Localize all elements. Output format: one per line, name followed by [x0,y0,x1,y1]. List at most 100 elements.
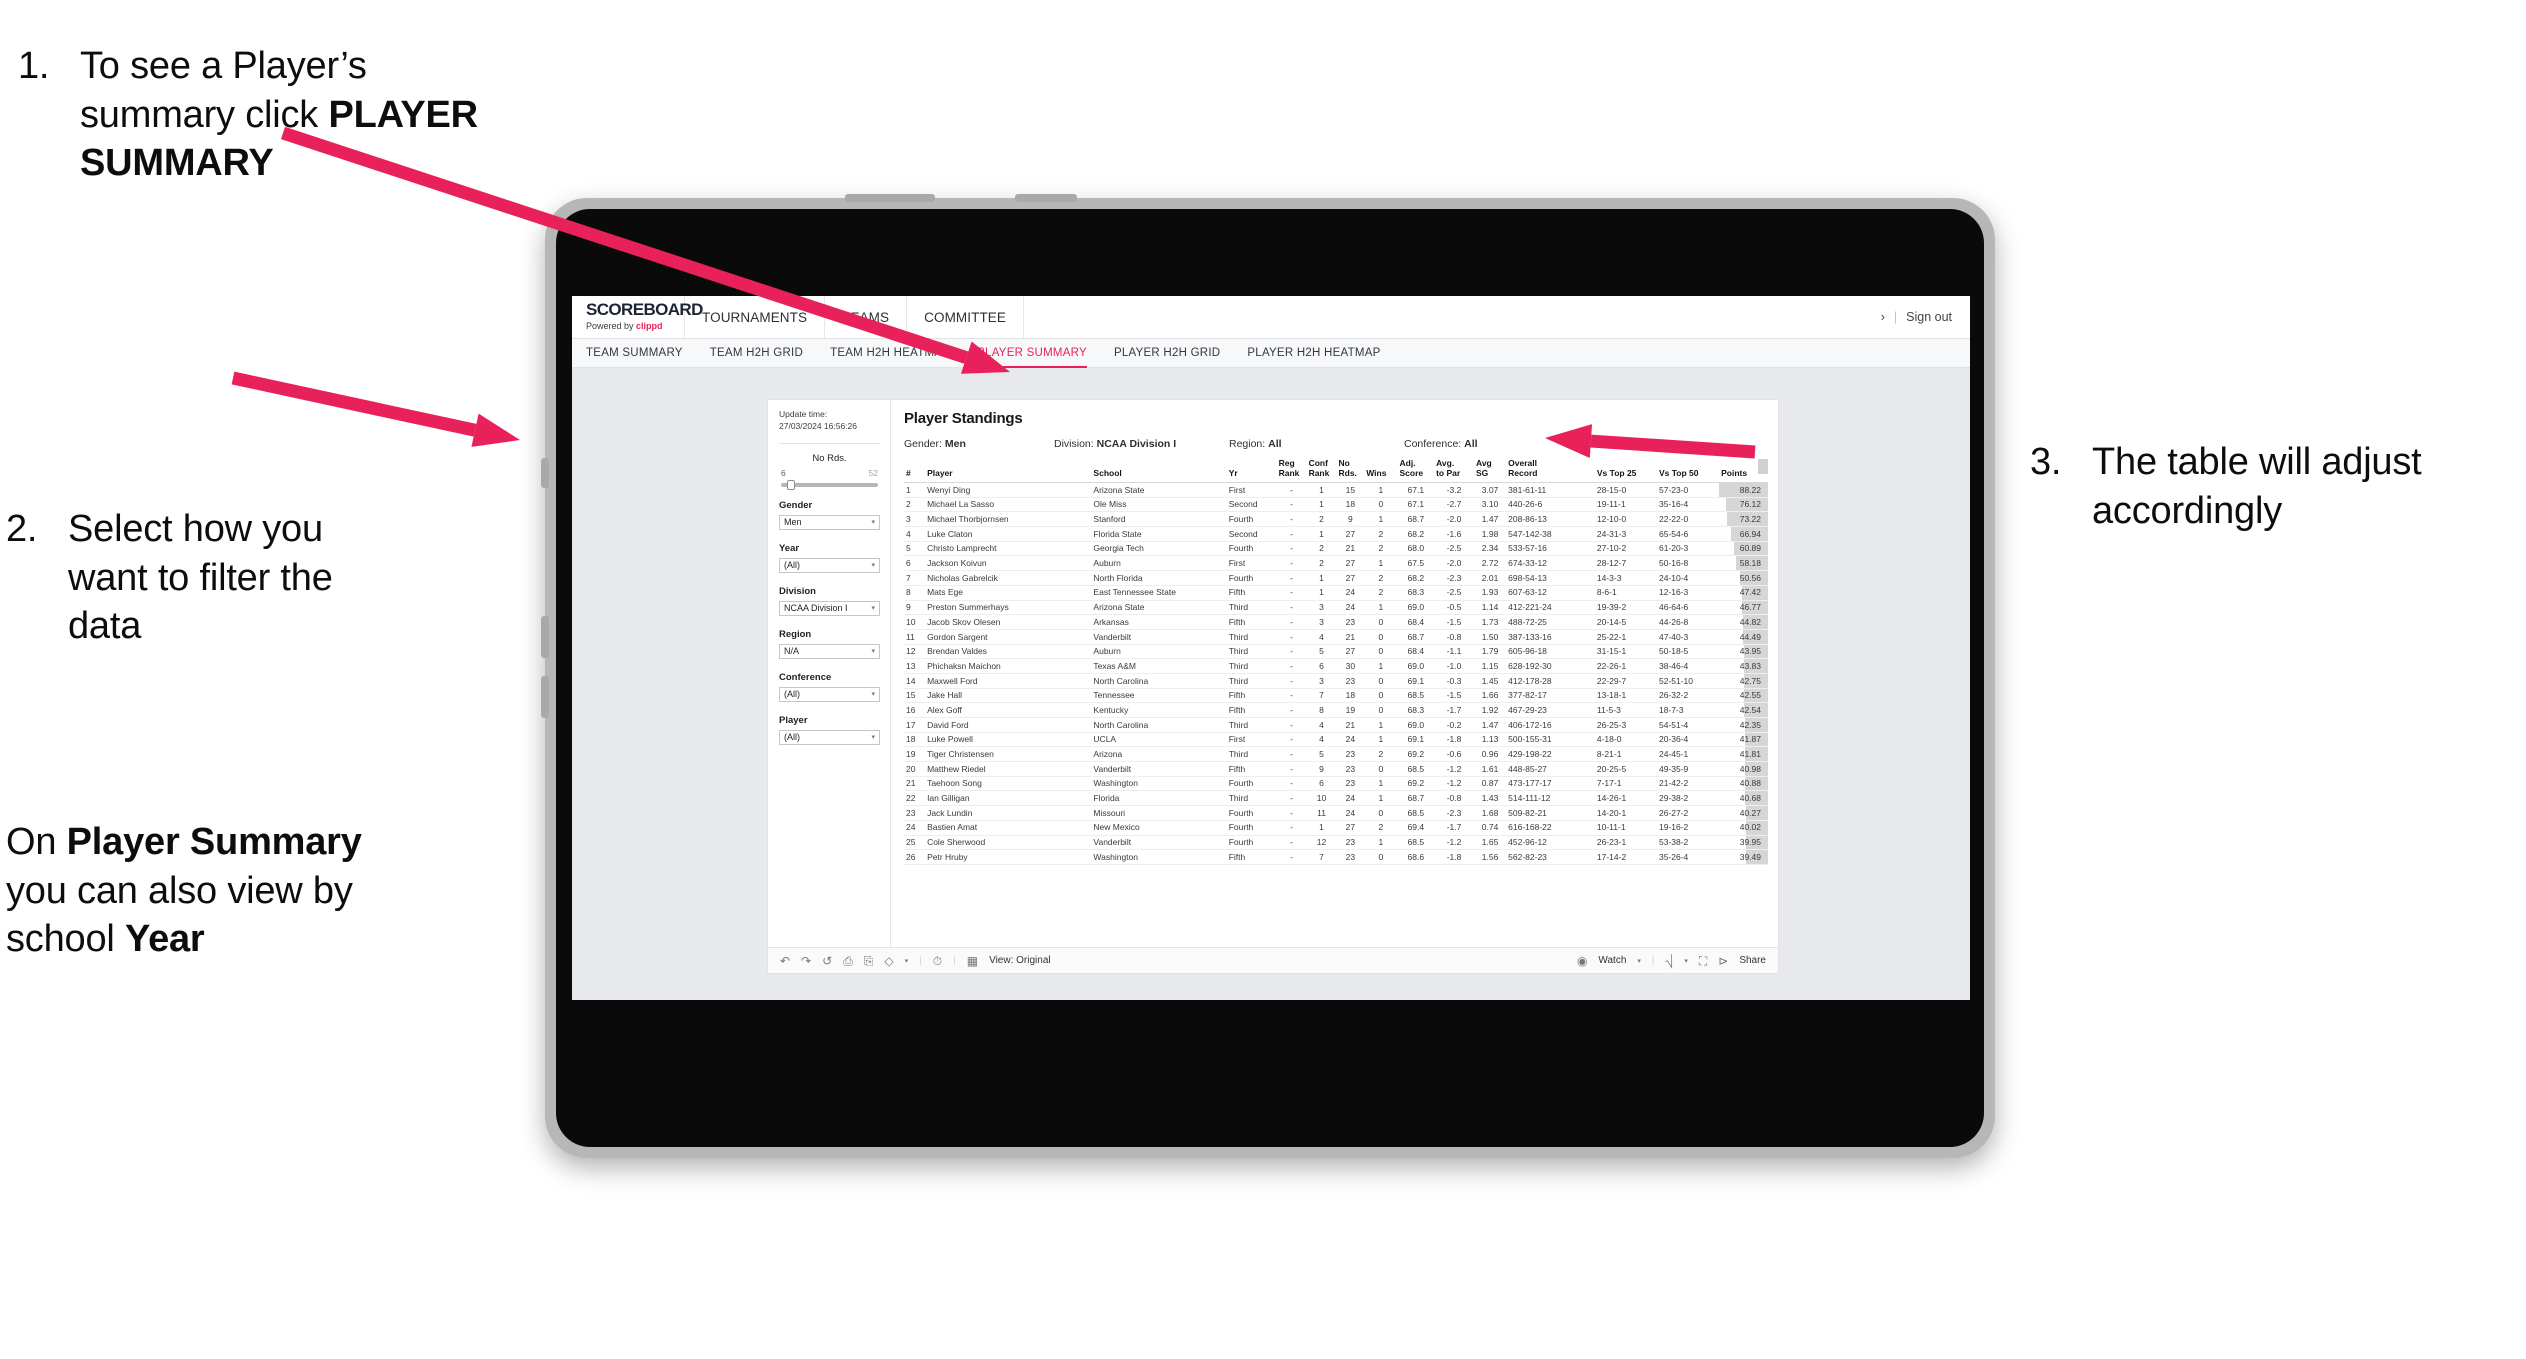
table-row[interactable]: 19 Tiger Christensen Arizona Third -5 23 2 69.2… [904,746,1768,763]
filter-gender-select[interactable]: Men ▾ [779,514,880,530]
cell-no-rds: 24 [1336,805,1365,821]
table-row[interactable]: 11 Gordon Sargent Vanderbilt Third -4 21 0 68.7… [904,629,1768,645]
cell-player: Wenyi Ding [925,482,1092,498]
nav-item-tournaments[interactable]: TOURNAMENTS [685,296,826,338]
fullscreen-icon[interactable]: ⛶ [1699,955,1707,967]
points-value: 43.95 [1739,646,1761,657]
points-value: 44.82 [1739,616,1761,627]
filter-year-select[interactable]: (All) ▾ [779,557,880,573]
table-row[interactable]: 5 Christo Lamprecht Georgia Tech Fourth -2 21… [904,541,1768,557]
col-header-avg-sg[interactable]: Avg SG [1474,459,1507,484]
sign-out-link[interactable]: Sign out [1906,310,1952,324]
tab-player-h2h-grid[interactable]: PLAYER H2H GRID [1114,347,1220,359]
redo-icon[interactable]: ↷ [801,955,811,967]
tab-player-summary[interactable]: PLAYER SUMMARY [977,347,1087,359]
table-row[interactable]: 4 Luke Claton Florida State Second -1 27 2 68.2… [904,526,1768,542]
table-row[interactable]: 2 Michael La Sasso Ole Miss Second -1 18 0 67.1… [904,497,1768,513]
chevron-down-icon[interactable]: ▾ [871,518,875,526]
tab-team-h2h-grid[interactable]: TEAM H2H GRID [710,347,803,359]
table-row[interactable]: 9 Preston Summerhays Arizona State Third -3 2… [904,600,1768,616]
table-row[interactable]: 22 Ian Gilligan Florida Third -10 24 1 68.7 -0.8… [904,790,1768,807]
revert-icon[interactable]: ↺ [822,955,832,967]
watch-label[interactable]: Watch [1598,955,1626,966]
refresh-data-icon[interactable]: ⎙ [843,955,853,967]
table-row[interactable]: 16 Alex Goff Kentucky Fifth -8 19 0 68.3 -1.7 1.9… [904,702,1768,719]
col-header-avg-to-par[interactable]: Avg. to Par [1434,459,1474,484]
col-header-vs-top-25[interactable]: Vs Top 25 [1594,459,1657,484]
table-row[interactable]: 25 Cole Sherwood Vanderbilt Fourth -12 23 1 68.… [904,835,1768,851]
col-header-reg-rank[interactable]: Reg Rank [1276,459,1307,484]
col-header-overall-record[interactable]: Overall Record [1506,459,1595,484]
table-row[interactable]: 24 Bastien Amat New Mexico Fourth -1 27 2 69.4-… [904,820,1768,836]
filter-division-select[interactable]: NCAA Division I ▾ [779,600,880,616]
cell-avg-to-par: -2.5 [1434,541,1474,557]
chevron-down-icon[interactable]: ▾ [871,561,875,569]
table-row[interactable]: 18 Luke Powell UCLA First -4 24 1 69.1 -1.8 1.13 5… [904,732,1768,748]
watch-eye-icon[interactable]: ◉ [1577,955,1587,967]
cell-player: Preston Summerhays [925,600,1092,616]
table-row[interactable]: 1 Wenyi Ding Arizona State First -1 15 1 67.1 -3… [904,482,1768,498]
power-button [845,194,935,202]
highlight-caret-icon[interactable]: ▾ [905,957,909,965]
filter-region-select[interactable]: N/A ▾ [779,643,880,659]
no-rds-slider[interactable] [781,479,878,490]
tab-team-h2h-heatmap[interactable]: TEAM H2H HEATMAP [830,347,950,359]
share-label[interactable]: Share [1739,955,1766,966]
cell-avg-sg: 2.01 [1474,570,1507,586]
cell-yr: Fifth [1226,585,1277,601]
table-scrollbar[interactable] [1758,459,1768,474]
tab-player-h2h-heatmap[interactable]: PLAYER H2H HEATMAP [1247,347,1380,359]
table-row[interactable]: 21 Taehoon Song Washington Fourth -6 23 1 69.2-… [904,776,1768,792]
chevron-down-icon[interactable]: ▾ [871,647,875,655]
chevron-down-icon[interactable]: ▾ [871,604,875,612]
col-header-adj-score[interactable]: Adj. Score [1397,459,1435,484]
history-icon[interactable]: ⏱ [933,955,942,967]
table-row[interactable]: 14 Maxwell Ford North Carolina Third -3 23 0 69… [904,673,1768,689]
undo-icon[interactable]: ↶ [780,955,790,967]
download-icon[interactable]: ⎷ [1666,955,1674,967]
chevron-down-icon[interactable]: ▾ [871,690,875,698]
table-row[interactable]: 20 Matthew Riedel Vanderbilt Fifth -9 23 0 68.5… [904,761,1768,777]
col-header-vs-top-50[interactable]: Vs Top 50 [1656,459,1720,484]
filter-player-select[interactable]: (All) ▾ [779,729,880,745]
col-header-wins[interactable]: Wins [1364,459,1398,484]
table-row[interactable]: 10 Jacob Skov Olesen Arkansas Fifth -3 23 0 68.… [904,614,1768,630]
nav-item-committee[interactable]: COMMITTEE [907,296,1025,338]
watch-caret-icon[interactable]: ▾ [1637,957,1641,965]
pause-updates-icon[interactable]: ⎘ [864,955,874,967]
table-row[interactable]: 17 David Ford North Carolina Third -4 21 1 69.0… [904,717,1768,733]
col-header-[interactable]: # [904,459,926,484]
table-row[interactable]: 7 Nicholas Gabrelcik North Florida Fourth -1… [904,570,1768,586]
cell-school: Auburn [1091,644,1227,660]
view-label[interactable]: View: Original [989,955,1051,966]
tab-team-summary[interactable]: TEAM SUMMARY [586,347,683,359]
table-row[interactable]: 6 Jackson Koivun Auburn First -2 27 1 67.5 -2.0 2… [904,555,1768,572]
col-header-yr[interactable]: Yr [1226,459,1277,484]
chevron-down-icon[interactable]: ▾ [871,733,875,741]
table-row[interactable]: 3 Michael Thorbjornsen Stanford Fourth -2 9 1 6… [904,511,1768,528]
cell-: 24 [904,820,926,836]
col-header-school[interactable]: School [1091,459,1227,484]
view-icon[interactable]: ▦ [967,955,978,967]
cell-conf-rank: 2 [1306,511,1337,528]
col-header-player[interactable]: Player [925,459,1092,484]
annotation-3-text: The table will adjust accordingly [2092,441,2422,532]
chevron-right-icon[interactable]: › [1881,310,1885,324]
nav-item-teams[interactable]: TEAMS [825,296,908,338]
highlight-icon[interactable]: ◇ [884,955,893,967]
table-row[interactable]: 26 Petr Hruby Washington Fifth -7 23 0 68.6 -1.8… [904,849,1768,865]
table-row[interactable]: 13 Phichaksn Maichon Texas A&M Third -6 30 1 69… [904,658,1768,674]
share-icon[interactable]: ⊳ [1718,955,1728,967]
cell-wins: 2 [1364,820,1398,836]
col-header-no-rds[interactable]: No Rds. [1336,459,1365,484]
table-row[interactable]: 15 Jake Hall Tennessee Fifth -7 18 0 68.5 -1.5 1.… [904,688,1768,704]
cell-player: Jake Hall [925,688,1092,704]
download-caret-icon[interactable]: ▾ [1684,957,1688,965]
table-row[interactable]: 8 Mats Ege East Tennessee State Fifth -1 24 2 6… [904,585,1768,601]
col-header-conf-rank[interactable]: Conf Rank [1306,459,1337,484]
slider-handle[interactable] [786,479,795,490]
table-row[interactable]: 23 Jack Lundin Missouri Fourth -11 24 0 68.5 -2.… [904,805,1768,821]
filter-conference-select[interactable]: (All) ▾ [779,686,880,702]
table-row[interactable]: 12 Brendan Valdes Auburn Third -5 27 0 68.4 -1.1… [904,644,1768,660]
cell-yr: First [1226,482,1277,498]
